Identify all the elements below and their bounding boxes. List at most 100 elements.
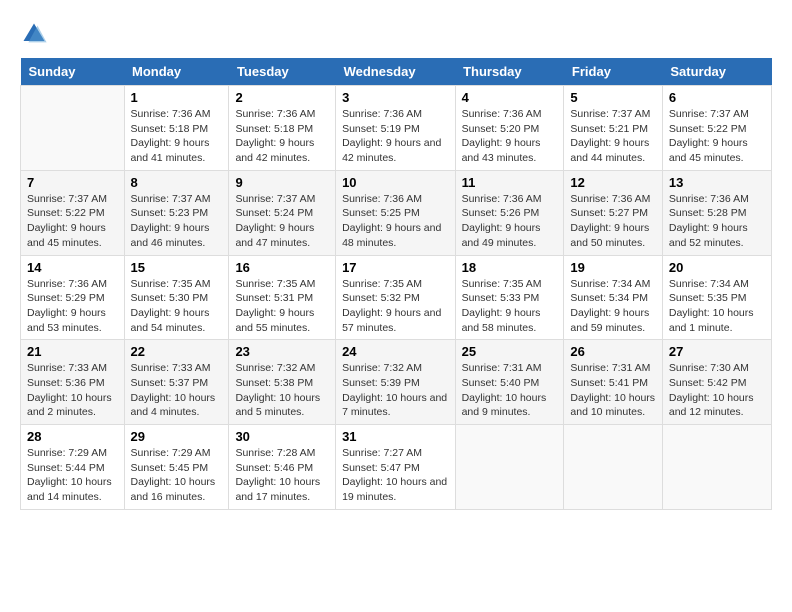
day-number: 29 [131, 429, 223, 444]
day-number: 31 [342, 429, 449, 444]
table-row: 23 Sunrise: 7:32 AM Sunset: 5:38 PM Dayl… [229, 340, 336, 425]
day-number: 28 [27, 429, 118, 444]
day-number: 17 [342, 260, 449, 275]
table-row [21, 86, 125, 171]
day-number: 3 [342, 90, 449, 105]
day-number: 23 [235, 344, 329, 359]
col-header-sunday: Sunday [21, 58, 125, 86]
table-row: 29 Sunrise: 7:29 AM Sunset: 5:45 PM Dayl… [124, 425, 229, 510]
day-info: Sunrise: 7:37 AM Sunset: 5:23 PM Dayligh… [131, 192, 223, 251]
day-info: Sunrise: 7:33 AM Sunset: 5:36 PM Dayligh… [27, 361, 118, 420]
table-row: 10 Sunrise: 7:36 AM Sunset: 5:25 PM Dayl… [336, 170, 456, 255]
day-number: 15 [131, 260, 223, 275]
day-number: 8 [131, 175, 223, 190]
table-row: 31 Sunrise: 7:27 AM Sunset: 5:47 PM Dayl… [336, 425, 456, 510]
day-info: Sunrise: 7:37 AM Sunset: 5:22 PM Dayligh… [669, 107, 765, 166]
day-number: 7 [27, 175, 118, 190]
table-row: 6 Sunrise: 7:37 AM Sunset: 5:22 PM Dayli… [662, 86, 771, 171]
day-info: Sunrise: 7:36 AM Sunset: 5:26 PM Dayligh… [462, 192, 558, 251]
table-row: 18 Sunrise: 7:35 AM Sunset: 5:33 PM Dayl… [455, 255, 564, 340]
table-row: 5 Sunrise: 7:37 AM Sunset: 5:21 PM Dayli… [564, 86, 662, 171]
day-number: 27 [669, 344, 765, 359]
table-row: 14 Sunrise: 7:36 AM Sunset: 5:29 PM Dayl… [21, 255, 125, 340]
table-row: 9 Sunrise: 7:37 AM Sunset: 5:24 PM Dayli… [229, 170, 336, 255]
day-number: 1 [131, 90, 223, 105]
day-number: 30 [235, 429, 329, 444]
table-row: 1 Sunrise: 7:36 AM Sunset: 5:18 PM Dayli… [124, 86, 229, 171]
table-row: 25 Sunrise: 7:31 AM Sunset: 5:40 PM Dayl… [455, 340, 564, 425]
day-info: Sunrise: 7:34 AM Sunset: 5:34 PM Dayligh… [570, 277, 655, 336]
day-info: Sunrise: 7:37 AM Sunset: 5:22 PM Dayligh… [27, 192, 118, 251]
table-row: 3 Sunrise: 7:36 AM Sunset: 5:19 PM Dayli… [336, 86, 456, 171]
day-info: Sunrise: 7:32 AM Sunset: 5:38 PM Dayligh… [235, 361, 329, 420]
day-info: Sunrise: 7:35 AM Sunset: 5:31 PM Dayligh… [235, 277, 329, 336]
table-row: 4 Sunrise: 7:36 AM Sunset: 5:20 PM Dayli… [455, 86, 564, 171]
col-header-monday: Monday [124, 58, 229, 86]
day-number: 9 [235, 175, 329, 190]
day-info: Sunrise: 7:36 AM Sunset: 5:20 PM Dayligh… [462, 107, 558, 166]
generalblue-icon [20, 20, 48, 48]
day-info: Sunrise: 7:34 AM Sunset: 5:35 PM Dayligh… [669, 277, 765, 336]
table-row: 24 Sunrise: 7:32 AM Sunset: 5:39 PM Dayl… [336, 340, 456, 425]
table-row [455, 425, 564, 510]
day-info: Sunrise: 7:36 AM Sunset: 5:29 PM Dayligh… [27, 277, 118, 336]
table-row: 17 Sunrise: 7:35 AM Sunset: 5:32 PM Dayl… [336, 255, 456, 340]
day-info: Sunrise: 7:31 AM Sunset: 5:40 PM Dayligh… [462, 361, 558, 420]
day-number: 10 [342, 175, 449, 190]
day-number: 21 [27, 344, 118, 359]
day-info: Sunrise: 7:35 AM Sunset: 5:33 PM Dayligh… [462, 277, 558, 336]
day-info: Sunrise: 7:36 AM Sunset: 5:28 PM Dayligh… [669, 192, 765, 251]
table-row: 15 Sunrise: 7:35 AM Sunset: 5:30 PM Dayl… [124, 255, 229, 340]
table-row: 8 Sunrise: 7:37 AM Sunset: 5:23 PM Dayli… [124, 170, 229, 255]
day-info: Sunrise: 7:36 AM Sunset: 5:25 PM Dayligh… [342, 192, 449, 251]
day-number: 16 [235, 260, 329, 275]
day-number: 5 [570, 90, 655, 105]
day-number: 11 [462, 175, 558, 190]
day-number: 22 [131, 344, 223, 359]
day-info: Sunrise: 7:33 AM Sunset: 5:37 PM Dayligh… [131, 361, 223, 420]
col-header-friday: Friday [564, 58, 662, 86]
day-info: Sunrise: 7:36 AM Sunset: 5:27 PM Dayligh… [570, 192, 655, 251]
table-row [662, 425, 771, 510]
col-header-tuesday: Tuesday [229, 58, 336, 86]
calendar-table: SundayMondayTuesdayWednesdayThursdayFrid… [20, 58, 772, 510]
table-row: 26 Sunrise: 7:31 AM Sunset: 5:41 PM Dayl… [564, 340, 662, 425]
day-number: 6 [669, 90, 765, 105]
day-number: 12 [570, 175, 655, 190]
day-info: Sunrise: 7:36 AM Sunset: 5:19 PM Dayligh… [342, 107, 449, 166]
day-info: Sunrise: 7:29 AM Sunset: 5:45 PM Dayligh… [131, 446, 223, 505]
table-row: 22 Sunrise: 7:33 AM Sunset: 5:37 PM Dayl… [124, 340, 229, 425]
day-number: 24 [342, 344, 449, 359]
day-info: Sunrise: 7:36 AM Sunset: 5:18 PM Dayligh… [131, 107, 223, 166]
col-header-wednesday: Wednesday [336, 58, 456, 86]
day-number: 13 [669, 175, 765, 190]
day-info: Sunrise: 7:30 AM Sunset: 5:42 PM Dayligh… [669, 361, 765, 420]
col-header-saturday: Saturday [662, 58, 771, 86]
day-info: Sunrise: 7:37 AM Sunset: 5:21 PM Dayligh… [570, 107, 655, 166]
table-row: 2 Sunrise: 7:36 AM Sunset: 5:18 PM Dayli… [229, 86, 336, 171]
table-row: 13 Sunrise: 7:36 AM Sunset: 5:28 PM Dayl… [662, 170, 771, 255]
day-number: 20 [669, 260, 765, 275]
day-info: Sunrise: 7:36 AM Sunset: 5:18 PM Dayligh… [235, 107, 329, 166]
table-row [564, 425, 662, 510]
day-info: Sunrise: 7:29 AM Sunset: 5:44 PM Dayligh… [27, 446, 118, 505]
logo [20, 20, 52, 48]
day-info: Sunrise: 7:37 AM Sunset: 5:24 PM Dayligh… [235, 192, 329, 251]
day-info: Sunrise: 7:32 AM Sunset: 5:39 PM Dayligh… [342, 361, 449, 420]
table-row: 12 Sunrise: 7:36 AM Sunset: 5:27 PM Dayl… [564, 170, 662, 255]
day-number: 14 [27, 260, 118, 275]
table-row: 16 Sunrise: 7:35 AM Sunset: 5:31 PM Dayl… [229, 255, 336, 340]
table-row: 19 Sunrise: 7:34 AM Sunset: 5:34 PM Dayl… [564, 255, 662, 340]
day-info: Sunrise: 7:27 AM Sunset: 5:47 PM Dayligh… [342, 446, 449, 505]
day-info: Sunrise: 7:31 AM Sunset: 5:41 PM Dayligh… [570, 361, 655, 420]
col-header-thursday: Thursday [455, 58, 564, 86]
table-row: 11 Sunrise: 7:36 AM Sunset: 5:26 PM Dayl… [455, 170, 564, 255]
day-number: 4 [462, 90, 558, 105]
day-number: 25 [462, 344, 558, 359]
table-row: 20 Sunrise: 7:34 AM Sunset: 5:35 PM Dayl… [662, 255, 771, 340]
day-info: Sunrise: 7:35 AM Sunset: 5:32 PM Dayligh… [342, 277, 449, 336]
table-row: 7 Sunrise: 7:37 AM Sunset: 5:22 PM Dayli… [21, 170, 125, 255]
day-info: Sunrise: 7:35 AM Sunset: 5:30 PM Dayligh… [131, 277, 223, 336]
day-number: 2 [235, 90, 329, 105]
table-row: 28 Sunrise: 7:29 AM Sunset: 5:44 PM Dayl… [21, 425, 125, 510]
